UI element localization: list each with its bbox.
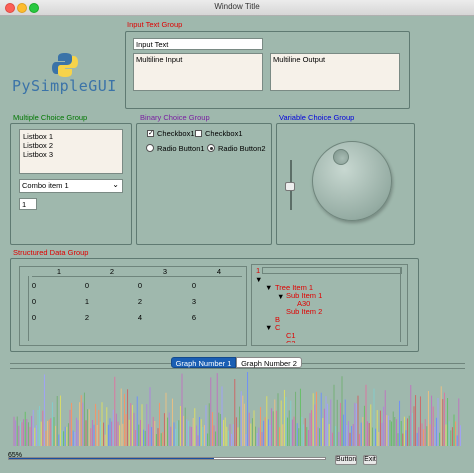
table-cell: 6 xyxy=(191,313,197,322)
pysimplegui-logo: PySimpleGUI xyxy=(12,52,122,96)
logo-text: PySimpleGUI xyxy=(12,77,117,95)
binary-choice-group xyxy=(136,123,272,245)
table-cell: 2 xyxy=(137,297,143,306)
tab-graph-number-1-label: Graph Number 1 xyxy=(175,359,232,368)
table-header-cell[interactable]: 4 xyxy=(209,267,229,276)
tree-item[interactable]: C2 xyxy=(286,339,296,343)
structured-data-group-title: Structured Data Group xyxy=(12,248,90,257)
input-text-group-title: Input Text Group xyxy=(126,20,184,29)
vertical-slider[interactable] xyxy=(285,160,297,210)
tree-header: 1 xyxy=(256,266,261,275)
action-button[interactable]: Button xyxy=(335,455,357,465)
multiline-input[interactable]: Multiline Input xyxy=(133,53,263,91)
multiline-output: Multiline Output xyxy=(270,53,400,91)
table-header-cell[interactable]: 2 xyxy=(102,267,122,276)
radio-button-1-label: Radio Button1 xyxy=(157,144,205,153)
radio-button-1[interactable] xyxy=(146,144,154,152)
table-cell: 0 xyxy=(191,281,197,290)
checkbox-1-label: Checkbox1 xyxy=(157,129,195,138)
expand-arrow-icon[interactable]: ▼ xyxy=(265,323,272,332)
knob-dial[interactable] xyxy=(312,141,392,221)
listbox[interactable]: Listbox 1 Listbox 2 Listbox 3 xyxy=(19,129,123,174)
listbox-item[interactable]: Listbox 2 xyxy=(23,141,119,150)
multiline-input-text: Multiline Input xyxy=(136,55,183,64)
table-header-cell[interactable]: 3 xyxy=(155,267,175,276)
table-cell: 0 xyxy=(84,281,90,290)
table-cell: 0 xyxy=(31,281,37,290)
window-title: Window Title xyxy=(214,2,260,11)
combo-value: Combo item 1 xyxy=(22,181,69,190)
table-header-cell[interactable]: 1 xyxy=(49,267,69,276)
binary-choice-group-title: Binary Choice Group xyxy=(139,113,211,122)
tab-graph-number-2[interactable]: Graph Number 2 xyxy=(236,357,302,368)
table-cell: 0 xyxy=(31,313,37,322)
progress-bar xyxy=(8,457,326,460)
table-cell: 0 xyxy=(31,297,37,306)
progress-fill xyxy=(9,458,215,459)
radio-dot xyxy=(209,146,213,150)
exit-button-label: Exit xyxy=(364,456,376,463)
text-input[interactable] xyxy=(133,38,263,50)
tab-graph-number-1[interactable]: Graph Number 1 xyxy=(171,357,236,368)
multiple-choice-group-title: Multiple Choice Group xyxy=(12,113,89,122)
slider-thumb[interactable] xyxy=(285,182,295,191)
expand-arrow-icon[interactable]: ▼ xyxy=(255,275,262,284)
tree-view[interactable] xyxy=(251,264,408,346)
expand-arrow-icon[interactable]: ▼ xyxy=(277,292,284,301)
table-cell: 1 xyxy=(84,297,90,306)
table-cell: 3 xyxy=(191,297,197,306)
checkbox-2-label: Checkbox1 xyxy=(205,129,243,138)
listbox-item[interactable]: Listbox 1 xyxy=(23,132,119,141)
checkbox-2[interactable] xyxy=(195,130,202,137)
exit-button[interactable]: Exit xyxy=(363,455,377,465)
tree-item[interactable]: Sub Item 2 xyxy=(286,307,322,316)
radio-button-2-label: Radio Button2 xyxy=(218,144,266,153)
data-table[interactable] xyxy=(19,266,247,346)
table-cell: 2 xyxy=(84,313,90,322)
radio-button-2[interactable] xyxy=(207,144,215,152)
table-cell: 0 xyxy=(137,281,143,290)
action-button-label: Button xyxy=(336,456,357,463)
expand-arrow-icon[interactable]: ▼ xyxy=(265,283,272,292)
listbox-item[interactable]: Listbox 3 xyxy=(23,150,119,159)
combo-box[interactable]: Combo item 1 ⌄ xyxy=(19,179,123,193)
tree-item[interactable]: C xyxy=(275,323,280,332)
multiline-output-text: Multiline Output xyxy=(273,55,326,64)
chevron-down-icon[interactable]: ⌄ xyxy=(112,180,119,190)
python-logo-icon xyxy=(52,53,78,77)
table-cell: 4 xyxy=(137,313,143,322)
checkbox-1[interactable]: ✓ xyxy=(147,130,154,137)
tab-graph-number-2-label: Graph Number 2 xyxy=(241,359,297,368)
spin-value: 1 xyxy=(22,200,27,209)
variable-choice-group-title: Variable Choice Group xyxy=(278,113,356,122)
tree-vscroll[interactable] xyxy=(400,268,405,342)
title-bar: Window Title xyxy=(0,0,474,16)
tree-hscroll[interactable] xyxy=(262,267,402,274)
spin-box[interactable]: 1 xyxy=(19,198,37,210)
knob-indicator xyxy=(333,149,349,165)
graph-canvas[interactable] xyxy=(10,370,465,446)
